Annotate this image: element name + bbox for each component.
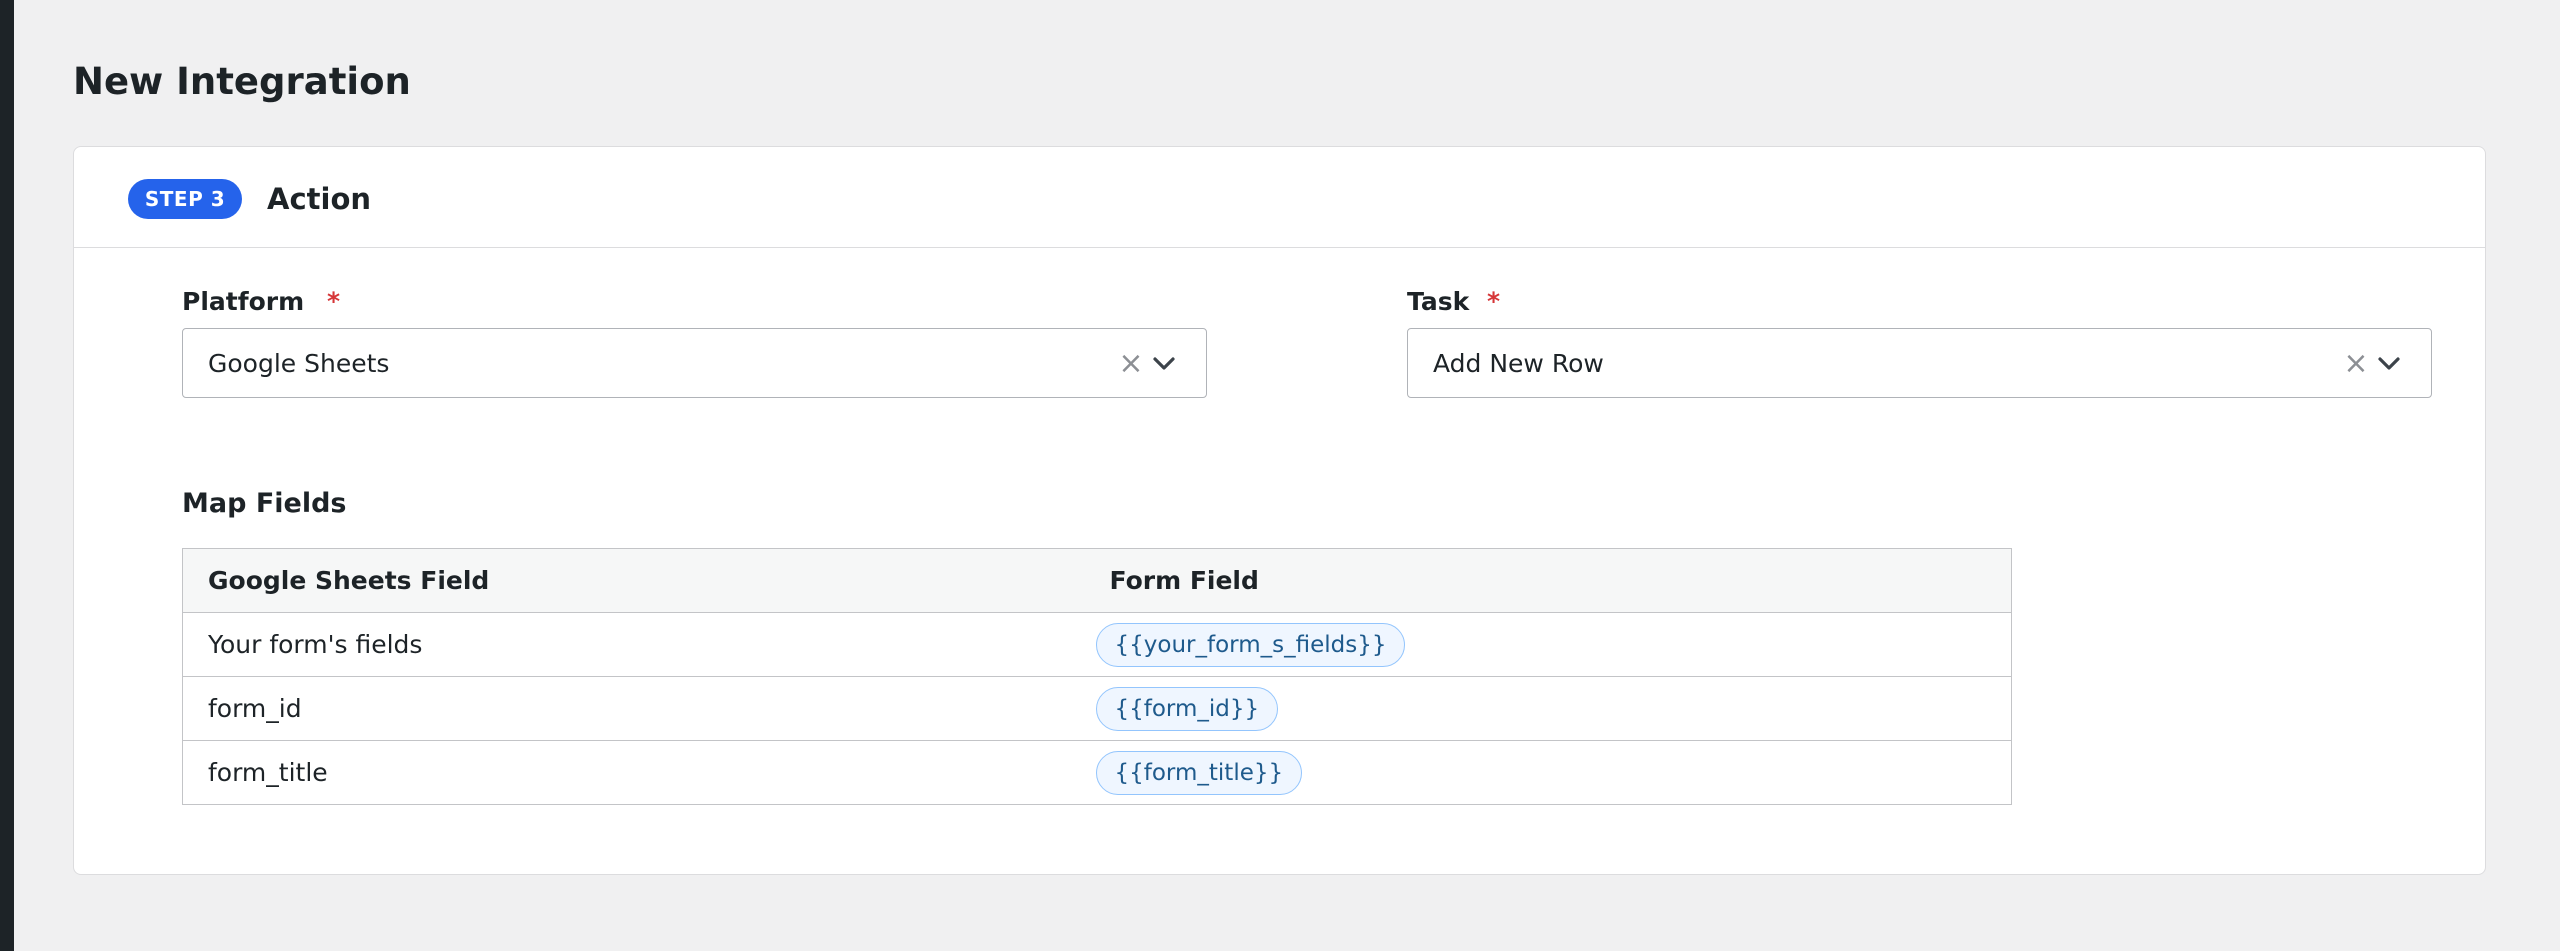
sheets-field-cell: Your form's fields	[182, 612, 1110, 677]
column-header-form-field: Form Field	[1109, 548, 2012, 613]
task-required-mark: *	[1487, 287, 1501, 316]
platform-select[interactable]: Google Sheets ×	[182, 328, 1207, 398]
form-field-token[interactable]: {{form_title}}	[1095, 750, 1303, 795]
step-badge: STEP 3	[128, 179, 242, 219]
table-header-row: Google Sheets Field Form Field	[182, 548, 2012, 613]
column-header-sheets-field: Google Sheets Field	[182, 548, 1110, 613]
sheets-field-cell: form_id	[182, 676, 1110, 741]
form-field-cell: {{form_id}}	[1095, 676, 2012, 741]
chevron-down-icon[interactable]	[1150, 350, 1178, 378]
form-field-cell: {{your_form_s_fields}}	[1095, 612, 2012, 677]
close-icon[interactable]: ×	[2342, 344, 2370, 384]
table-row: form_id {{form_id}}	[182, 676, 2012, 741]
task-label: Task	[1407, 287, 1470, 316]
admin-sidebar-edge	[0, 0, 14, 951]
close-icon[interactable]: ×	[1117, 344, 1145, 384]
platform-label: Platform	[182, 287, 305, 316]
table-row: Your form's fields {{your_form_s_fields}…	[182, 612, 2012, 677]
table-row: form_title {{form_title}}	[182, 740, 2012, 805]
map-fields-table: Google Sheets Field Form Field Your form…	[182, 548, 2012, 805]
step-header: STEP 3 Action	[74, 147, 2485, 248]
platform-required-mark: *	[327, 287, 341, 316]
task-select-value: Add New Row	[1433, 349, 1604, 378]
form-field-cell: {{form_title}}	[1095, 740, 2012, 805]
form-field-token[interactable]: {{your_form_s_fields}}	[1095, 622, 1406, 667]
form-field-token[interactable]: {{form_id}}	[1095, 686, 1279, 731]
sheets-field-cell: form_title	[182, 740, 1110, 805]
map-fields-title: Map Fields	[182, 488, 347, 519]
page-title: New Integration	[73, 60, 411, 103]
step-title: Action	[267, 182, 372, 216]
platform-select-value: Google Sheets	[208, 349, 390, 378]
chevron-down-icon[interactable]	[2375, 350, 2403, 378]
task-select[interactable]: Add New Row ×	[1407, 328, 2432, 398]
